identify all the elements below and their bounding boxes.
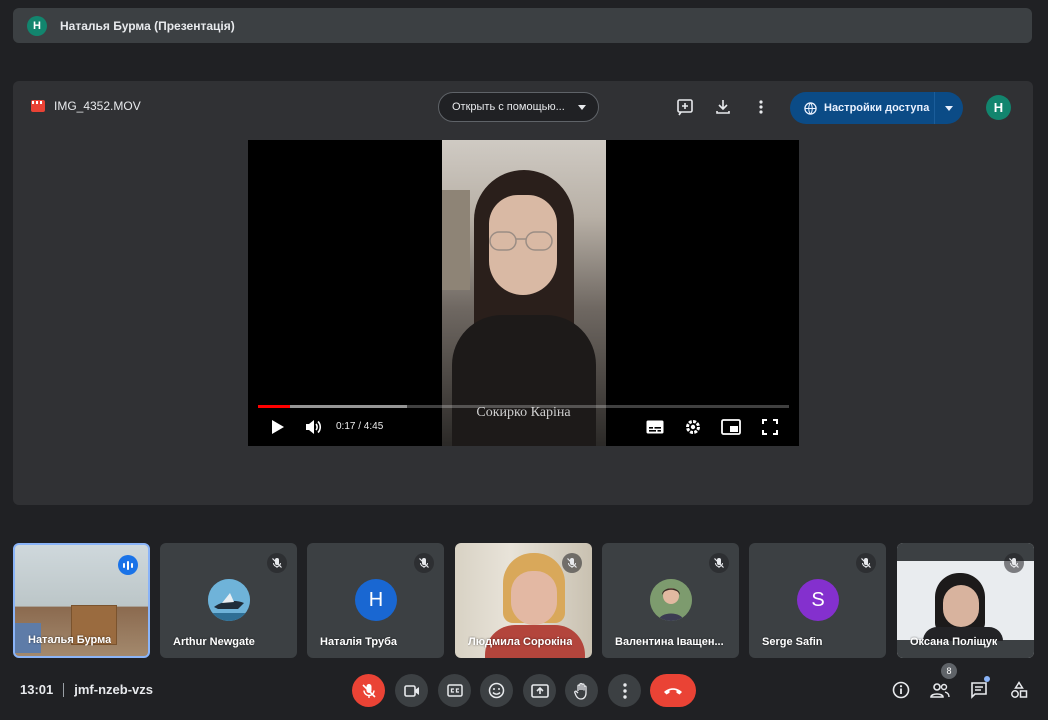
- mic-off-icon: [414, 553, 434, 573]
- chat-icon[interactable]: [968, 679, 990, 701]
- divider: [63, 682, 65, 697]
- participant-tile[interactable]: Людмила Сорокіна: [455, 543, 592, 658]
- meeting-info: 13:01 jmf-nzeb-vzs: [20, 682, 153, 697]
- presentation-title: Наталья Бурма (Презентація): [60, 18, 235, 33]
- participant-name: Arthur Newgate: [173, 636, 255, 648]
- raise-hand-button[interactable]: [565, 674, 598, 707]
- globe-icon: [804, 101, 817, 115]
- participant-tile[interactable]: Arthur Newgate: [160, 543, 297, 658]
- progress-bar[interactable]: [258, 405, 789, 408]
- user-avatar[interactable]: Н: [986, 95, 1011, 120]
- mic-off-icon: [1004, 553, 1024, 573]
- open-with-button[interactable]: Открыть с помощью...: [438, 92, 599, 122]
- video-background-shelf: [442, 190, 470, 290]
- participant-name: Наталія Труба: [320, 636, 397, 648]
- volume-icon[interactable]: [302, 416, 324, 438]
- mic-off-icon: [856, 553, 876, 573]
- mic-toggle-button[interactable]: [352, 674, 385, 707]
- video-time: 0:17 / 4:45: [336, 421, 384, 432]
- participant-tile[interactable]: Наталья Бурма: [13, 543, 150, 658]
- download-icon[interactable]: [713, 97, 733, 117]
- mic-off-icon: [361, 683, 376, 698]
- play-icon[interactable]: [266, 416, 288, 438]
- participant-avatar: Н: [355, 579, 397, 621]
- presentation-panel: IMG_4352.MOV Открыть с помощью... Настро…: [13, 81, 1033, 505]
- file-header: IMG_4352.MOV: [31, 99, 141, 113]
- present-button[interactable]: [523, 674, 556, 707]
- access-settings-label: Настройки доступа: [824, 102, 930, 114]
- meeting-code: jmf-nzeb-vzs: [74, 682, 153, 697]
- raise-hand-icon: [573, 682, 587, 700]
- captions-button[interactable]: [438, 674, 471, 707]
- people-icon[interactable]: [929, 679, 951, 701]
- camera-icon: [403, 684, 419, 697]
- speaking-indicator-icon: [118, 555, 138, 575]
- participant-name: Людмила Сорокіна: [468, 636, 573, 648]
- settings-icon[interactable]: [682, 416, 704, 438]
- participant-strip: Наталья Бурма Arthur Newgate Н Наталія Т…: [13, 543, 1035, 658]
- presentation-banner: Н Наталья Бурма (Презентація): [13, 8, 1032, 43]
- tile-person-face: [511, 571, 557, 625]
- participant-name: Оксана Поліщук: [910, 636, 998, 648]
- participant-tile[interactable]: S Serge Safin: [749, 543, 886, 658]
- chevron-down-icon: [578, 105, 586, 110]
- clock-time: 13:01: [20, 682, 54, 697]
- participant-tile[interactable]: Оксана Поліщук: [897, 543, 1034, 658]
- fullscreen-icon[interactable]: [759, 416, 781, 438]
- add-to-drive-icon[interactable]: [675, 97, 695, 117]
- mic-off-icon: [709, 553, 729, 573]
- participant-name: Наталья Бурма: [28, 634, 112, 646]
- video-person-glasses: [489, 231, 553, 251]
- button-separator: [934, 92, 935, 124]
- emoji-icon: [488, 682, 505, 699]
- participant-tile[interactable]: Н Наталія Труба: [307, 543, 444, 658]
- end-call-button[interactable]: [650, 674, 696, 707]
- mic-off-icon: [562, 553, 582, 573]
- participant-tile[interactable]: Валентина Іващен...: [602, 543, 739, 658]
- open-with-label: Открыть с помощью...: [452, 101, 565, 113]
- participant-count-badge: 8: [941, 663, 957, 679]
- access-settings-button[interactable]: Настройки доступа: [790, 92, 963, 124]
- video-file-icon: [31, 100, 45, 112]
- participant-name: Валентина Іващен...: [615, 636, 724, 648]
- captions-icon: [446, 684, 463, 697]
- present-screen-icon: [530, 683, 549, 698]
- file-name: IMG_4352.MOV: [54, 99, 141, 113]
- reactions-button[interactable]: [480, 674, 513, 707]
- progress-played: [258, 405, 290, 408]
- activities-icon[interactable]: [1008, 679, 1030, 701]
- participant-name: Serge Safin: [762, 636, 823, 648]
- chevron-down-icon[interactable]: [945, 106, 953, 111]
- tile-person-face: [943, 585, 979, 627]
- mic-off-icon: [267, 553, 287, 573]
- camera-toggle-button[interactable]: [395, 674, 428, 707]
- more-vert-icon: [622, 682, 627, 699]
- more-options-button[interactable]: [608, 674, 641, 707]
- miniplayer-icon[interactable]: [720, 416, 742, 438]
- presenter-avatar: Н: [27, 15, 47, 36]
- video-player[interactable]: Сокирко Каріна 0:17 / 4:45: [248, 140, 799, 446]
- meeting-details-icon[interactable]: [890, 679, 912, 701]
- more-vert-icon[interactable]: [751, 97, 771, 117]
- video-frame: [442, 140, 606, 446]
- participant-avatar: [650, 579, 692, 621]
- chat-notification-dot: [984, 676, 990, 682]
- video-person-body: [452, 315, 596, 446]
- participant-avatar: S: [797, 579, 839, 621]
- hang-up-icon: [664, 687, 682, 694]
- subtitles-icon[interactable]: [644, 416, 666, 438]
- participant-avatar: [208, 579, 250, 621]
